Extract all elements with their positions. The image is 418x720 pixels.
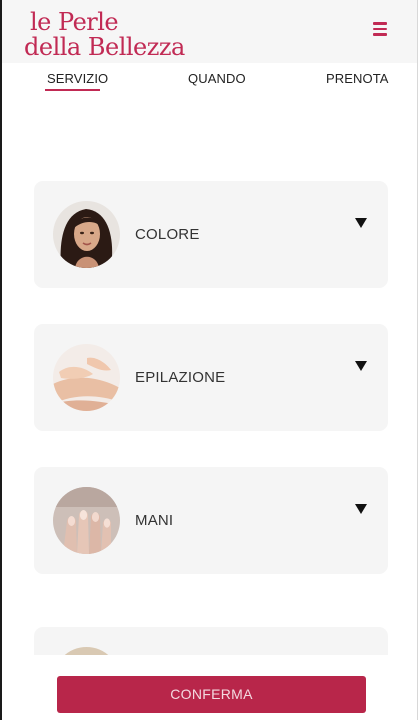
colore-thumbnail <box>53 201 120 268</box>
service-card-mani[interactable]: MANI <box>34 467 388 574</box>
chevron-down-icon[interactable] <box>355 504 367 514</box>
booking-steps-tabs: SERVIZIO QUANDO PRENOTA <box>2 63 417 103</box>
service-card-colore[interactable]: COLORE <box>34 181 388 288</box>
service-label-colore: COLORE <box>135 226 200 243</box>
tab-servizio[interactable]: SERVIZIO <box>47 71 108 86</box>
hamburger-icon[interactable] <box>373 22 387 36</box>
chevron-down-icon[interactable] <box>355 218 367 228</box>
epilazione-thumbnail <box>53 344 120 411</box>
active-tab-indicator <box>45 89 100 91</box>
service-label-mani: MANI <box>135 512 174 529</box>
service-label-epilazione: EPILAZIONE <box>135 369 226 386</box>
tab-prenota[interactable]: PRENOTA <box>326 71 389 86</box>
window-frame-left <box>0 0 2 720</box>
service-card-epilazione[interactable]: EPILAZIONE <box>34 324 388 431</box>
brand-logo-line2: della Bellezza <box>24 33 185 61</box>
mani-thumbnail <box>53 487 120 554</box>
brand-logo-line1: le Perle <box>30 8 119 36</box>
footer-bar: CONFERMA <box>2 655 417 720</box>
app-header: le Perle della Bellezza <box>2 0 417 63</box>
brand-logo[interactable]: le Perle della Bellezza <box>24 10 185 60</box>
tab-quando[interactable]: QUANDO <box>188 71 246 86</box>
confirm-button[interactable]: CONFERMA <box>57 676 366 713</box>
chevron-down-icon[interactable] <box>355 361 367 371</box>
